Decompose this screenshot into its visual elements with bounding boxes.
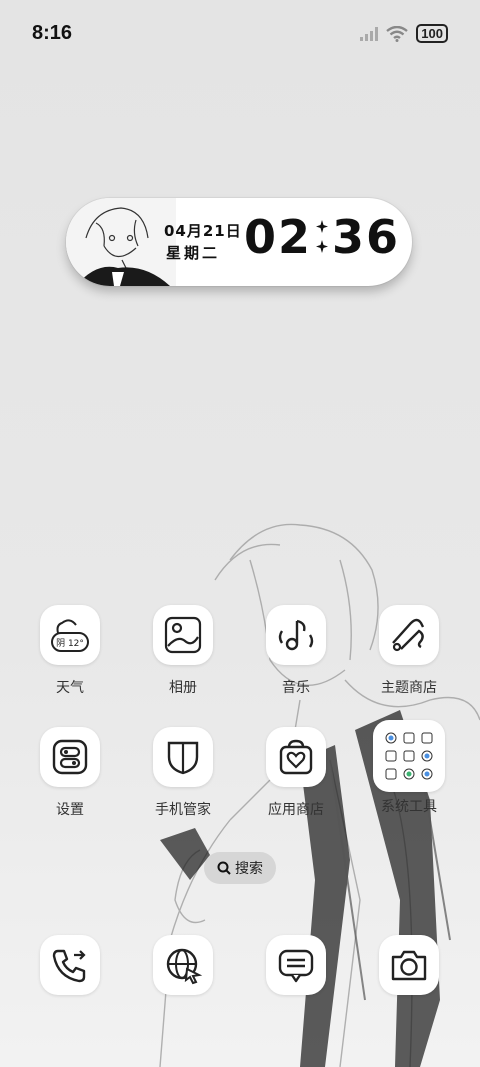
app-theme-store[interactable]: 主题商店 — [354, 605, 464, 697]
music-icon — [266, 605, 326, 665]
messages-icon — [266, 935, 326, 995]
shield-icon — [153, 727, 213, 787]
camera-icon — [379, 935, 439, 995]
theme-store-icon — [379, 605, 439, 665]
dock-phone[interactable] — [15, 935, 125, 995]
dock-browser[interactable] — [128, 935, 238, 995]
clock-widget[interactable]: 04月21日 星期二 02 36 — [66, 198, 412, 286]
search-icon — [217, 861, 231, 875]
settings-icon — [40, 727, 100, 787]
widget-clock: 02 36 — [244, 210, 400, 264]
search-button[interactable]: 搜索 — [204, 852, 276, 884]
clock-hours: 02 — [244, 210, 313, 264]
wallpaper — [0, 0, 480, 1067]
app-phone-manager[interactable]: 手机管家 — [128, 727, 238, 819]
dock-camera[interactable] — [354, 935, 464, 995]
battery-indicator: 100 — [416, 24, 448, 43]
app-weather[interactable]: 阴 12° 天气 — [15, 605, 125, 697]
app-gallery[interactable]: 相册 — [128, 605, 238, 697]
app-label: 设置 — [56, 802, 84, 818]
app-label: 手机管家 — [155, 802, 211, 818]
app-settings[interactable]: 设置 — [15, 727, 125, 819]
weather-icon: 阴 12° — [40, 605, 100, 665]
status-icons: 100 — [360, 24, 448, 43]
clock-minutes: 36 — [332, 210, 401, 264]
gallery-icon — [153, 605, 213, 665]
app-label: 天气 — [56, 680, 84, 696]
app-music[interactable]: 音乐 — [241, 605, 351, 697]
wifi-icon — [386, 25, 409, 42]
app-label: 应用商店 — [268, 802, 324, 818]
search-label: 搜索 — [235, 861, 263, 877]
weather-icon-text: 阴 12° — [56, 638, 84, 649]
app-label: 主题商店 — [381, 680, 437, 696]
app-label: 系统工具 — [381, 799, 437, 815]
phone-icon — [40, 935, 100, 995]
status-time: 8:16 — [32, 22, 73, 44]
clock-separator-icon — [316, 220, 329, 254]
app-label: 相册 — [169, 680, 197, 696]
widget-weekday: 星期二 — [166, 244, 221, 262]
widget-date: 04月21日 — [164, 222, 242, 240]
app-store-icon — [266, 727, 326, 787]
browser-icon — [153, 935, 213, 995]
widget-portrait-image — [66, 198, 176, 286]
wallpaper-character-sketch — [159, 523, 480, 1067]
signal-icon — [360, 26, 379, 41]
app-system-tools-folder[interactable]: 系统工具 — [354, 720, 464, 816]
folder-icon — [373, 720, 445, 792]
app-app-store[interactable]: 应用商店 — [241, 727, 351, 819]
dock-messages[interactable] — [241, 935, 351, 995]
app-label: 音乐 — [282, 680, 310, 696]
